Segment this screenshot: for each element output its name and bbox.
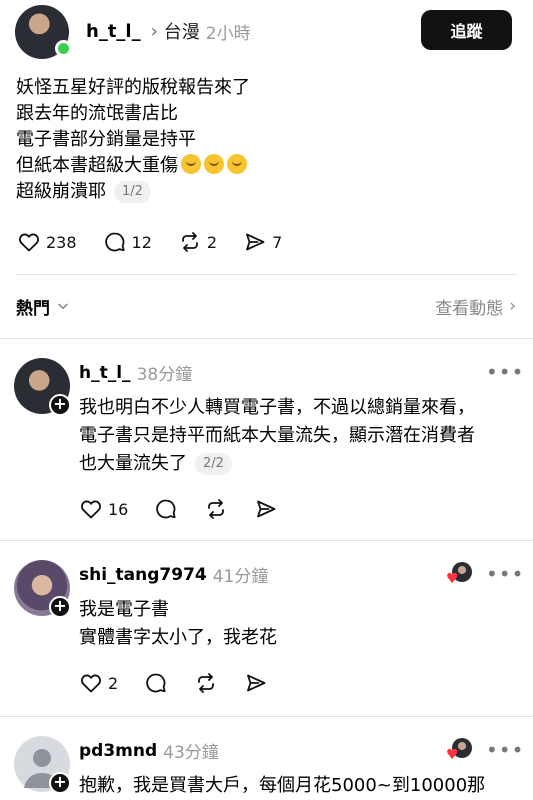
replies-sort-row: 熱門 查看動態 › [16, 293, 516, 319]
share-button[interactable] [254, 497, 278, 521]
reply-username[interactable]: pd3mnd [79, 741, 157, 761]
like-count: 2 [108, 673, 119, 693]
reply-item: + shi_tang7974 41分鐘 ♥ ••• 我是電子書 實體書字太小了，… [0, 560, 533, 705]
reply-line: 實體書字太小了，我老花 [79, 627, 277, 648]
follow-plus-icon[interactable]: + [49, 772, 71, 794]
divider [0, 716, 533, 717]
comment-button[interactable] [154, 497, 178, 521]
repost-icon [198, 673, 215, 693]
divider [16, 274, 517, 275]
repost-icon [182, 232, 198, 252]
post-line-with-pager: 超級崩潰耶 1/2 [16, 179, 516, 205]
sort-label: 熱門 [16, 298, 50, 319]
reply-line: 我也明白不少人轉買電子書，不過以總銷量來看， [79, 397, 475, 418]
share-button[interactable]: 7 [243, 230, 282, 254]
liked-by-author-badge: ♥ [446, 562, 472, 588]
heart-icon [81, 674, 101, 693]
thread-pager: 1/2 [114, 181, 151, 203]
reply-header: pd3mnd 43分鐘 [79, 738, 219, 764]
post-line-text: 超級崩潰耶 [16, 181, 106, 202]
reply-item: + h_t_l_ 38分鐘 ••• 我也明白不少人轉買電子書，不過以總銷量來看，… [0, 358, 533, 528]
comment-bubble-icon [146, 673, 166, 693]
more-options-icon[interactable]: ••• [486, 562, 524, 586]
repost-count: 2 [206, 232, 218, 252]
chevron-right-icon: › [150, 20, 158, 42]
view-activity-label: 查看動態 [435, 298, 504, 319]
reply-header: shi_tang7974 41分鐘 [79, 562, 269, 588]
repost-button[interactable]: 2 [178, 230, 217, 254]
main-post: h_t_l_ › 台漫 2小時 追蹤 妖怪五星好評的版稅報告來了 跟去年的流氓書… [0, 0, 533, 275]
melting-face-emoji-icon [204, 154, 224, 174]
like-button[interactable]: 238 [17, 230, 77, 254]
reply-body: 我是電子書 實體書字太小了，我老花 [79, 596, 519, 652]
chevron-down-icon [58, 303, 68, 309]
reply-actions: 2 [79, 671, 294, 695]
reply-body: 我也明白不少人轉買電子書，不過以總銷量來看， 電子書只是持平而紙本大量流失，顯示… [79, 394, 519, 478]
reply-line-with-pager: 也大量流失了 2/2 [79, 450, 519, 478]
heart-icon [19, 233, 39, 252]
reply-time: 38分鐘 [136, 365, 193, 385]
comment-count: 12 [131, 232, 152, 252]
liked-by-author-badge: ♥ [446, 738, 472, 764]
share-button[interactable] [244, 671, 268, 695]
repost-icon [208, 499, 225, 519]
author-username[interactable]: h_t_l_ [86, 21, 141, 42]
reply-line: 我是電子書 [79, 599, 169, 620]
divider [0, 338, 533, 339]
follow-button[interactable]: 追蹤 [421, 10, 512, 50]
post-time: 2小時 [205, 23, 251, 44]
share-count: 7 [272, 232, 283, 252]
comment-bubble-icon [104, 232, 125, 252]
thread-pager: 2/2 [195, 453, 232, 475]
topic-tag[interactable]: 台漫 [164, 18, 200, 44]
repost-button[interactable] [204, 497, 228, 521]
send-icon [247, 674, 266, 692]
post-line-with-emoji: 但紙本書超級大重傷 [16, 153, 516, 179]
post-actions: 238 12 2 7 [17, 230, 308, 254]
reply-username[interactable]: h_t_l_ [79, 363, 131, 383]
divider [0, 540, 533, 541]
reply-line: 電子書只是持平而紙本大量流失，顯示潛在消費者 [79, 425, 475, 446]
reply-header: h_t_l_ 38分鐘 [79, 360, 193, 386]
reply-actions: 16 [79, 497, 304, 521]
heart-icon [81, 500, 101, 519]
like-count: 16 [108, 499, 129, 519]
like-button[interactable]: 16 [79, 497, 128, 521]
reply-item: + pd3mnd 43分鐘 ♥ ••• 抱歉，我是買書大戶，每個月花5000~到… [0, 736, 533, 800]
repost-button[interactable] [194, 671, 218, 695]
post-line: 妖怪五星好評的版稅報告來了 [16, 77, 250, 98]
chevron-right-icon: › [509, 296, 516, 316]
send-icon [257, 500, 276, 518]
online-status-dot [55, 40, 72, 57]
reply-body: 抱歉，我是買書大戶，每個月花5000~到10000那 [79, 772, 519, 800]
heart-icon: ♥ [446, 747, 459, 763]
comment-button[interactable] [144, 671, 168, 695]
comment-bubble-icon [156, 499, 176, 519]
reply-line-text: 也大量流失了 [79, 453, 187, 474]
reply-username[interactable]: shi_tang7974 [79, 565, 207, 585]
reply-time: 41分鐘 [212, 567, 269, 587]
like-button[interactable]: 2 [79, 671, 118, 695]
post-body: 妖怪五星好評的版稅報告來了 跟去年的流氓書店比 電子書部分銷量是持平 但紙本書超… [16, 75, 516, 205]
more-options-icon[interactable]: ••• [486, 360, 524, 384]
reply-time: 43分鐘 [163, 743, 219, 763]
comment-button[interactable]: 12 [103, 230, 152, 254]
more-options-icon[interactable]: ••• [486, 738, 524, 762]
post-line-text: 但紙本書超級大重傷 [16, 155, 178, 176]
post-line: 跟去年的流氓書店比 [16, 103, 178, 124]
send-icon [246, 233, 265, 251]
heart-icon: ♥ [446, 571, 459, 587]
melting-face-emoji-icon [227, 154, 247, 174]
reply-line: 抱歉，我是買書大戶，每個月花5000~到10000那 [79, 775, 486, 796]
post-header: h_t_l_ › 台漫 2小時 [86, 18, 251, 44]
view-activity-link[interactable]: 查看動態 › [435, 294, 516, 319]
melting-face-emoji-icon [181, 154, 201, 174]
follow-plus-icon[interactable]: + [49, 394, 71, 416]
follow-plus-icon[interactable]: + [49, 596, 71, 618]
post-line: 電子書部分銷量是持平 [16, 129, 196, 150]
like-count: 238 [46, 232, 77, 252]
sort-dropdown[interactable]: 熱門 [16, 294, 70, 319]
